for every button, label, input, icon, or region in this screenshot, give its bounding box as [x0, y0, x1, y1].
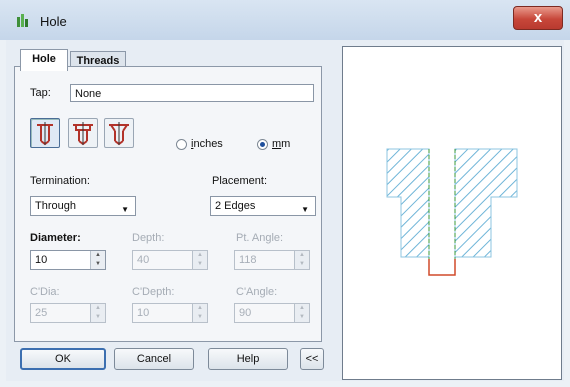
c-angle-label: C'Angle: [236, 286, 278, 298]
mm-label: mm [272, 138, 291, 150]
depth-value: 40 [137, 254, 150, 266]
c-dia-label: C'Dia: [30, 286, 60, 298]
pt-angle-field[interactable]: 118 ▲ ▼ [234, 250, 310, 270]
c-depth-field[interactable]: 10 ▲ ▼ [132, 303, 208, 323]
app-icon [17, 14, 28, 27]
mm-radio[interactable] [257, 139, 268, 150]
counterbore-hole-button[interactable] [68, 118, 98, 148]
workpiece-left-section [386, 148, 430, 258]
hole-dialog: Hole x Hole Threads Tap: None inches mm … [0, 0, 570, 387]
pt-angle-label: Pt. Angle: [236, 232, 284, 244]
close-button[interactable]: x [513, 6, 563, 30]
cancel-button[interactable]: Cancel [114, 348, 194, 370]
simple-hole-button[interactable] [30, 118, 60, 148]
c-depth-value: 10 [137, 307, 150, 319]
c-angle-field[interactable]: 90 ▲ ▼ [234, 303, 310, 323]
pt-angle-value: 118 [239, 254, 257, 266]
c-dia-value: 25 [35, 307, 48, 319]
pt-angle-spinner[interactable]: ▲ ▼ [294, 251, 309, 269]
title-bar[interactable]: Hole x [0, 0, 570, 40]
c-dia-spinner[interactable]: ▲ ▼ [90, 304, 105, 322]
tap-field[interactable]: None [70, 84, 314, 102]
termination-select[interactable]: Through ▼ [30, 196, 136, 216]
chevron-down-icon: ▼ [121, 205, 129, 214]
c-dia-field[interactable]: 25 ▲ ▼ [30, 303, 106, 323]
hole-preview-panel [342, 46, 562, 380]
depth-field[interactable]: 40 ▲ ▼ [132, 250, 208, 270]
depth-label: Depth: [132, 232, 165, 244]
workpiece-right-section [454, 148, 518, 258]
placement-value: 2 Edges [215, 200, 256, 212]
termination-value: Through [35, 200, 76, 212]
placement-label: Placement: [212, 175, 268, 187]
diameter-spinner[interactable]: ▲ ▼ [90, 251, 105, 269]
drill-extension [428, 259, 456, 276]
inches-label: inches [191, 138, 223, 150]
placement-select[interactable]: 2 Edges ▼ [210, 196, 316, 216]
tap-label: Tap: [30, 87, 51, 99]
diameter-field[interactable]: 10 ▲ ▼ [30, 250, 106, 270]
chevron-down-icon: ▼ [301, 205, 309, 214]
c-angle-value: 90 [239, 307, 252, 319]
window-title: Hole [40, 14, 67, 29]
depth-spinner[interactable]: ▲ ▼ [192, 251, 207, 269]
c-angle-spinner[interactable]: ▲ ▼ [294, 304, 309, 322]
counterbore-hole-icon [73, 122, 93, 146]
countersink-hole-button[interactable] [104, 118, 134, 148]
c-depth-label: C'Depth: [132, 286, 175, 298]
hole-section-drawing [386, 148, 518, 276]
diameter-value: 10 [35, 254, 48, 266]
help-button[interactable]: Help [208, 348, 288, 370]
collapse-button[interactable]: << [300, 348, 324, 370]
diameter-label: Diameter: [30, 232, 81, 244]
countersink-hole-icon [109, 122, 129, 146]
ok-button[interactable]: OK [20, 348, 106, 370]
c-depth-spinner[interactable]: ▲ ▼ [192, 304, 207, 322]
inches-radio[interactable] [176, 139, 187, 150]
tab-hole[interactable]: Hole [20, 49, 68, 71]
simple-hole-icon [37, 122, 53, 146]
termination-label: Termination: [30, 175, 90, 187]
